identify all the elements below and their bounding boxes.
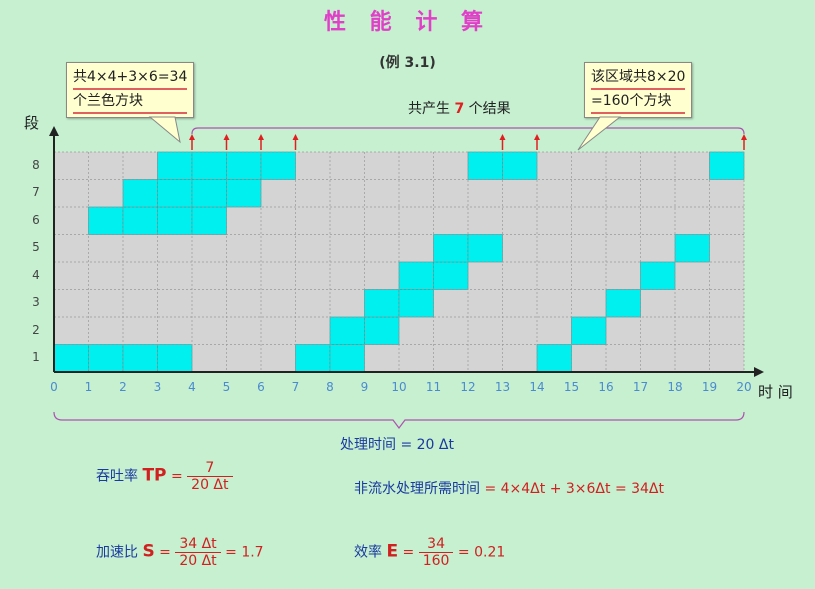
processing-time: 处理时间 = 20 Δt <box>340 437 454 453</box>
result-arrow-head <box>499 134 506 140</box>
pipeline-block <box>53 344 89 373</box>
pipeline-block <box>502 151 538 180</box>
x-tick-label: 12 <box>460 380 476 394</box>
speedup-formula: 加速比 S = 34 Δt 20 Δt = 1.7 <box>96 536 264 569</box>
pipeline-block <box>157 344 193 373</box>
pipeline-block <box>122 179 158 208</box>
pipeline-block <box>709 151 745 180</box>
x-tick-label: 8 <box>326 380 334 394</box>
pipeline-block <box>295 344 331 373</box>
y-tick-label: 1 <box>32 350 40 365</box>
pipeline-block <box>260 151 296 180</box>
pipeline-block <box>364 289 400 318</box>
result-arrow-head <box>534 134 540 140</box>
callout-region-pointer <box>577 116 622 151</box>
x-tick-label: 18 <box>667 380 683 394</box>
x-tick-label: 4 <box>188 380 196 394</box>
y-axis-arrow <box>49 126 59 136</box>
x-axis-arrow <box>754 367 764 377</box>
pipeline-block <box>433 234 469 263</box>
y-tick-label: 5 <box>32 240 40 255</box>
x-tick-label: 17 <box>632 380 649 394</box>
y-tick-label: 6 <box>32 212 40 227</box>
speedup-fraction: 34 Δt 20 Δt <box>175 536 221 569</box>
pipeline-block <box>364 316 400 345</box>
x-tick-label: 13 <box>494 380 511 394</box>
y-tick-label: 3 <box>32 295 40 310</box>
throughput-formula: 吞吐率 TP = 7 20 Δt <box>96 460 233 493</box>
efficiency-fraction: 34 160 <box>418 536 454 569</box>
x-tick-label: 14 <box>529 380 545 394</box>
pipeline-block <box>605 289 641 318</box>
pipeline-block <box>329 316 365 345</box>
result-arrow-head <box>223 134 230 140</box>
y-tick-label: 4 <box>32 267 40 282</box>
x-tick-label: 3 <box>153 380 162 394</box>
pipeline-block <box>157 206 193 235</box>
result-arrow-head <box>258 134 264 140</box>
pipeline-block <box>191 179 227 208</box>
pipeline-block <box>571 316 607 345</box>
callout-blue-pointer <box>148 116 181 144</box>
x-tick-label: 1 <box>84 380 93 394</box>
pipeline-block <box>536 344 572 373</box>
processing-time-brace <box>53 411 745 429</box>
x-tick-label: 15 <box>563 380 580 394</box>
x-tick-label: 2 <box>119 380 127 394</box>
pipeline-block <box>88 206 124 235</box>
pipeline-block <box>157 179 193 208</box>
pipeline-block <box>157 151 193 180</box>
x-tick-label: 7 <box>291 380 300 394</box>
throughput-fraction: 7 20 Δt <box>187 460 233 493</box>
pipeline-block <box>640 261 676 290</box>
x-tick-label: 6 <box>257 380 265 394</box>
x-tick-label: 10 <box>391 380 407 394</box>
pipeline-block <box>398 261 434 290</box>
pipeline-block <box>191 151 227 180</box>
nonpipeline-time-formula: 非流水处理所需时间 = 4×4Δt + 3×6Δt = 34Δt <box>354 481 664 497</box>
x-tick-label: 16 <box>598 380 614 394</box>
pipeline-block <box>467 151 503 180</box>
pipeline-block <box>398 289 434 318</box>
pipeline-block <box>226 179 262 208</box>
pipeline-block <box>191 206 227 235</box>
efficiency-formula: 效率 E = 34 160 = 0.21 <box>354 536 506 569</box>
result-arrow-head <box>292 134 299 140</box>
result-arrow-head <box>741 134 747 140</box>
x-tick-label: 11 <box>425 380 442 394</box>
y-tick-label: 7 <box>32 185 40 200</box>
pipeline-block <box>122 206 158 235</box>
pipeline-block <box>88 344 124 373</box>
x-tick-label: 0 <box>50 380 58 394</box>
pipeline-block <box>329 344 365 373</box>
pipeline-block <box>467 234 503 263</box>
results-brace <box>191 127 745 135</box>
pipeline-block <box>674 234 710 263</box>
pipeline-block <box>122 344 158 373</box>
x-tick-label: 9 <box>360 380 369 394</box>
x-tick-label: 20 <box>736 380 752 394</box>
result-arrow-head <box>189 134 195 140</box>
x-tick-label: 5 <box>222 380 231 394</box>
y-tick-label: 8 <box>32 157 40 172</box>
x-tick-label: 19 <box>701 380 718 394</box>
pipeline-block <box>433 261 469 290</box>
y-tick-label: 2 <box>32 322 40 337</box>
pipeline-block <box>226 151 262 180</box>
